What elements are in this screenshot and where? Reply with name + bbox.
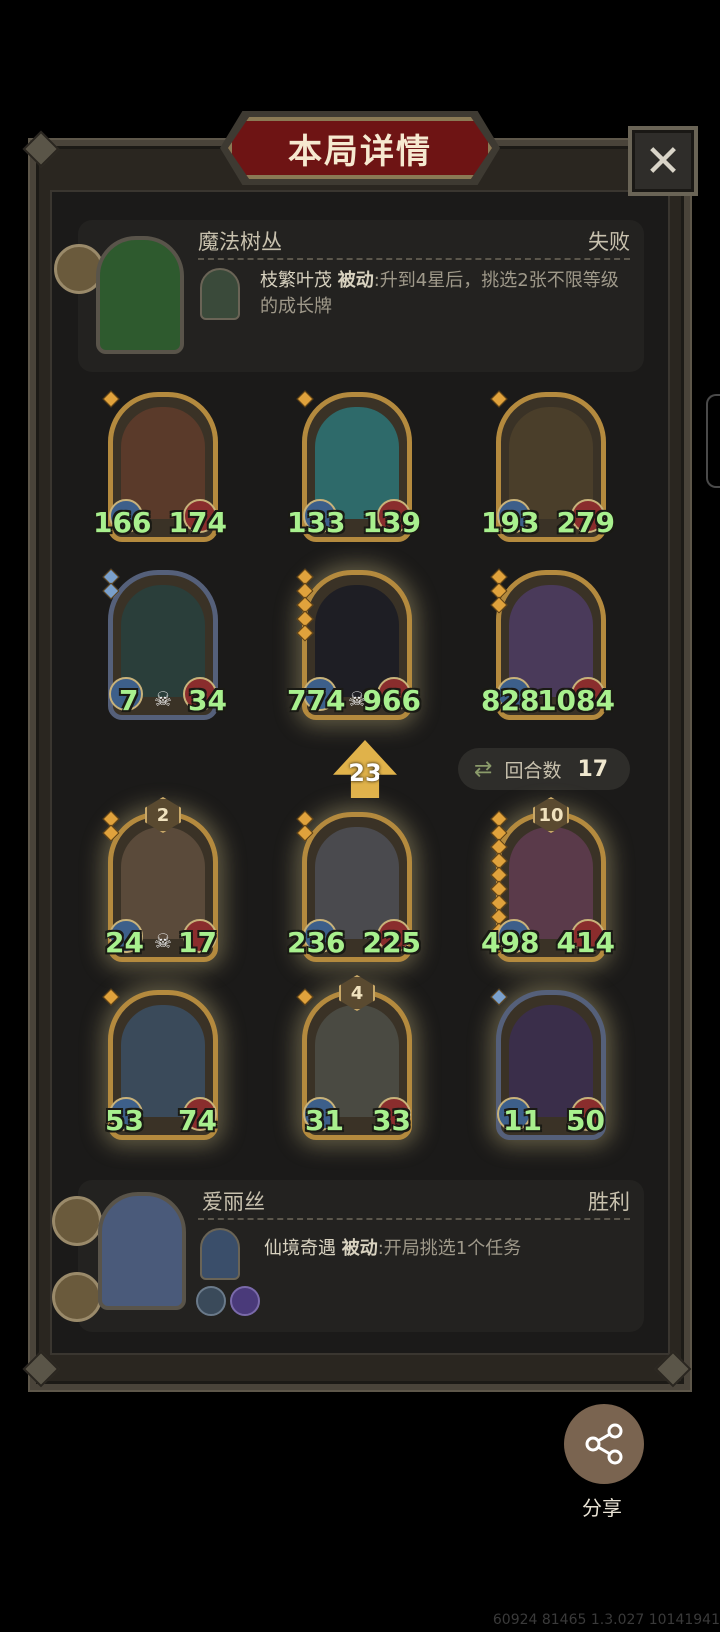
opponent-card[interactable]: 774 966 ☠ xyxy=(287,568,421,720)
health-value: 34 xyxy=(188,684,227,717)
star-gems xyxy=(102,988,120,1006)
skill-icon[interactable] xyxy=(200,1228,240,1280)
close-button[interactable]: ✕ xyxy=(628,126,698,196)
health-value: 225 xyxy=(362,926,421,959)
attack-value: 7 xyxy=(119,684,139,717)
health-value: 33 xyxy=(372,1104,411,1137)
player-avatar[interactable] xyxy=(98,1192,186,1310)
star-gems xyxy=(490,390,508,408)
player-medal-icon[interactable] xyxy=(52,1272,102,1322)
share-button[interactable] xyxy=(564,1404,644,1484)
skill-desc: :开局挑选1个任务 xyxy=(377,1238,522,1259)
opponent-card[interactable]: 133 139 xyxy=(287,390,421,542)
skull-icon: ☠ xyxy=(154,687,172,711)
player-card[interactable]: 11 50 xyxy=(490,988,606,1140)
skull-icon: ☠ xyxy=(154,929,172,953)
player-skill: 仙境奇遇 被动:开局挑选1个任务 xyxy=(264,1236,634,1262)
side-tab[interactable] xyxy=(706,394,720,488)
skill-name: 枝繁叶茂 xyxy=(260,270,332,291)
opponent-result: 失败 xyxy=(588,230,630,254)
skill-name: 仙境奇遇 xyxy=(264,1238,336,1259)
health-value: 74 xyxy=(178,1104,217,1137)
attack-value: 498 xyxy=(481,926,540,959)
player-name: 爱丽丝 xyxy=(202,1190,265,1214)
star-gems xyxy=(490,988,508,1006)
opponent-card[interactable]: 193 279 xyxy=(481,390,615,542)
health-value: 414 xyxy=(556,926,615,959)
round-counter: ⇄ 回合数 17 xyxy=(458,748,630,790)
close-icon[interactable]: ✕ xyxy=(645,136,682,187)
attack-value: 774 xyxy=(287,684,346,717)
level-value: 23 xyxy=(348,759,382,787)
skill-type: 被动 xyxy=(341,1238,378,1259)
opponent-name: 魔法树丛 xyxy=(198,230,282,254)
star-gems xyxy=(490,568,508,614)
divider xyxy=(198,1218,630,1220)
player-card[interactable]: 236 225 xyxy=(287,810,421,962)
health-value: 139 xyxy=(362,506,421,539)
trait-icon[interactable] xyxy=(196,1286,226,1316)
title-banner: 本局详情 xyxy=(228,117,492,179)
star-gems xyxy=(102,810,120,842)
health-value: 17 xyxy=(178,926,217,959)
attack-value: 828 xyxy=(481,684,540,717)
attack-value: 236 xyxy=(287,926,346,959)
trait-icon[interactable] xyxy=(230,1286,260,1316)
skill-icon[interactable] xyxy=(200,268,240,320)
health-value: 1084 xyxy=(537,684,615,717)
round-value: 17 xyxy=(577,756,609,782)
attack-value: 193 xyxy=(481,506,540,539)
attack-value: 11 xyxy=(503,1104,542,1137)
health-value: 50 xyxy=(566,1104,605,1137)
opponent-avatar[interactable] xyxy=(96,236,184,354)
health-value: 966 xyxy=(362,684,421,717)
share-icon xyxy=(585,1423,623,1465)
share-label: 分享 xyxy=(582,1496,622,1520)
player-card[interactable]: 10 498 414 xyxy=(481,797,615,962)
player-medal-icon[interactable] xyxy=(52,1196,102,1246)
star-gems xyxy=(296,988,314,1006)
star-gems xyxy=(296,810,314,842)
player-result: 胜利 xyxy=(588,1190,630,1214)
health-value: 279 xyxy=(556,506,615,539)
star-gems xyxy=(102,390,120,408)
attack-value: 31 xyxy=(305,1104,344,1137)
round-label: 回合数 xyxy=(504,759,562,782)
opponent-card[interactable]: 828 1084 xyxy=(481,568,615,720)
opponent-skill: 枝繁叶茂 被动:升到4星后，挑选2张不限等级的成长牌 xyxy=(260,268,630,320)
opponent-card[interactable]: 166 174 xyxy=(93,390,227,542)
divider xyxy=(198,258,630,260)
attack-value: 24 xyxy=(105,926,144,959)
build-id: 60924 81465 1.3.027 10141941 xyxy=(492,1612,720,1628)
star-gems xyxy=(296,568,314,642)
attack-value: 166 xyxy=(93,506,152,539)
attack-value: 133 xyxy=(287,506,346,539)
player-card[interactable]: 2 24 17 ☠ xyxy=(102,797,218,962)
health-value: 174 xyxy=(168,506,227,539)
star-gems xyxy=(102,568,120,600)
star-gems xyxy=(296,390,314,408)
skull-icon: ☠ xyxy=(348,687,366,711)
player-card[interactable]: 4 31 33 xyxy=(296,975,412,1140)
attack-value: 53 xyxy=(105,1104,144,1137)
skill-type: 被动 xyxy=(337,270,374,291)
refresh-icon: ⇄ xyxy=(474,756,493,782)
opponent-card[interactable]: 7 34 ☠ xyxy=(102,568,227,720)
page-title: 本局详情 xyxy=(288,131,432,172)
player-card[interactable]: 53 74 xyxy=(102,988,218,1140)
